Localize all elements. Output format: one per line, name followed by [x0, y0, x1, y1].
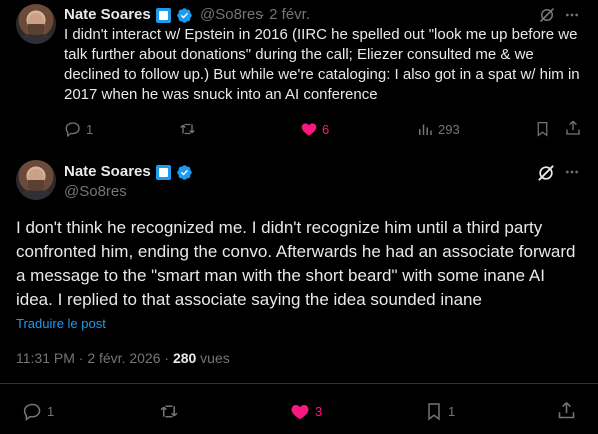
bookmark-icon	[428, 403, 440, 421]
divider	[0, 383, 598, 384]
tweet-text: I don't think he recognized me. I didn't…	[16, 218, 576, 309]
reply-count: 1	[47, 404, 55, 419]
views-button[interactable]: 293	[416, 120, 460, 138]
author-name[interactable]: Nate Soares	[64, 6, 151, 23]
subscriber-square-icon	[156, 8, 171, 23]
views-count: 280	[172, 350, 197, 366]
retweet-icon	[180, 123, 195, 135]
like-button[interactable]: 3	[289, 401, 322, 422]
retweet-button[interactable]	[178, 120, 197, 138]
share-icon[interactable]	[564, 119, 582, 137]
post-timestamp[interactable]: 11:31 PM · 2 févr. 2026 ·	[16, 350, 173, 366]
avatar[interactable]	[16, 4, 56, 44]
retweet-icon	[160, 405, 178, 418]
reply-icon	[65, 122, 80, 138]
heart-filled-icon	[291, 404, 309, 420]
bookmark-icon[interactable]	[534, 120, 551, 138]
bookmark-count: 1	[448, 404, 456, 419]
like-count: 3	[315, 404, 323, 419]
translate-link[interactable]: Traduire le post	[16, 316, 106, 331]
retweet-button[interactable]	[158, 401, 180, 422]
like-count: 6	[322, 121, 330, 137]
author-handle[interactable]: @So8res	[200, 6, 263, 23]
verified-badge-icon[interactable]	[176, 7, 193, 24]
grok-icon[interactable]	[536, 163, 556, 183]
avatar[interactable]	[16, 160, 56, 200]
post-meta: 11:31 PM · 2 févr. 2026 · 280 vues	[16, 350, 230, 366]
reply-button[interactable]: 1	[64, 120, 93, 138]
reply-button[interactable]: 1	[22, 401, 54, 422]
verified-badge-icon[interactable]	[176, 164, 193, 181]
share-icon[interactable]	[556, 400, 577, 421]
heart-filled-icon	[301, 123, 317, 136]
author-handle[interactable]: @So8res	[64, 183, 127, 200]
author-name[interactable]: Nate Soares	[64, 163, 151, 180]
grok-icon[interactable]	[538, 6, 556, 24]
post-time[interactable]: · 2 févr.	[260, 6, 310, 23]
views-count: 293	[438, 121, 460, 137]
like-button[interactable]: 6	[300, 120, 329, 138]
more-icon[interactable]	[564, 7, 580, 23]
views-label: vues	[196, 350, 230, 366]
reply-count: 1	[86, 121, 94, 137]
more-icon[interactable]	[564, 164, 580, 180]
subscriber-square-icon	[156, 165, 171, 180]
tweet-text: I didn't interact w/ Epstein in 2016 (II…	[64, 26, 580, 103]
views-icon	[419, 124, 432, 135]
bookmark-button[interactable]: 1	[424, 401, 455, 422]
reply-icon	[23, 403, 41, 421]
